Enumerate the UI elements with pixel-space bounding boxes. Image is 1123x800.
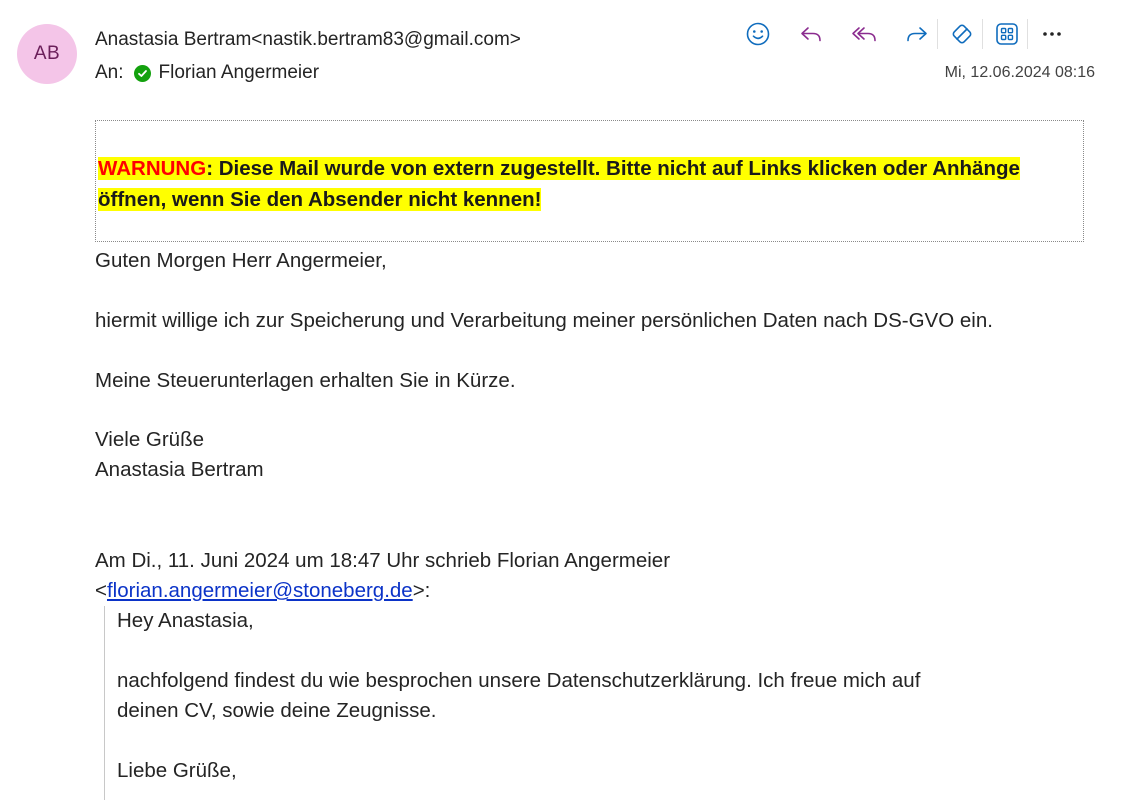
warning-text: WARNUNG: Diese Mail wurde von extern zug… (98, 153, 1058, 215)
quoted-greeting: Hey Anastasia, (117, 609, 254, 632)
verified-check-icon (133, 64, 151, 82)
reply-icon[interactable] (793, 18, 829, 50)
body-paragraph-consent: hiermit willige ich zur Speicherung und … (95, 309, 993, 332)
more-icon[interactable] (1034, 18, 1070, 50)
quoted-intro: Am Di., 11. Juni 2024 um 18:47 Uhr schri… (95, 549, 671, 572)
body-signature: Anastasia Bertram (95, 458, 264, 481)
forward-icon[interactable] (899, 18, 935, 50)
quoted-closing: Liebe Grüße, (117, 759, 237, 782)
avatar[interactable]: AB (17, 24, 77, 84)
avatar-initials: AB (33, 43, 61, 64)
recipient-label: An: (95, 62, 124, 83)
sender-name[interactable]: Anastasia Bertram (95, 29, 251, 50)
sent-date: Mi, 12.06.2024 08:16 (944, 64, 1095, 81)
recipient-name[interactable]: Florian Angermeier (159, 62, 320, 84)
body-closing: Viele Grüße (95, 428, 205, 451)
quoted-header: Am Di., 11. Juni 2024 um 18:47 Uhr schri… (95, 546, 670, 606)
toolbar-divider (937, 19, 938, 49)
sender-line: Anastasia Bertram<nastik.bertram83@gmail… (95, 29, 521, 50)
reply-all-icon[interactable] (846, 18, 882, 50)
body-greeting: Guten Morgen Herr Angermeier, (95, 249, 387, 272)
toolbar-divider (1027, 19, 1028, 49)
quoted-paragraph-line2: deinen CV, sowie deine Zeugnisse. (117, 699, 437, 722)
emoji-icon[interactable] (740, 18, 776, 50)
recipient-line: An: Florian Angermeier (95, 62, 319, 84)
warning-label: WARNUNG (98, 157, 207, 180)
sender-email[interactable]: nastik.bertram83@gmail.com (262, 29, 509, 50)
quoted-message: Hey Anastasia, nachfolgend findest du wi… (104, 606, 1065, 800)
external-warning-banner: WARNUNG: Diese Mail wurde von extern zug… (95, 120, 1084, 242)
quoted-email-link[interactable]: florian.angermeier@stoneberg.de (107, 579, 413, 602)
email-reading-pane: AB Anastasia Bertram<nastik.bertram83@gm… (0, 0, 1123, 800)
message-toolbar (740, 18, 1087, 50)
quoted-paragraph-line1: nachfolgend findest du wie besprochen un… (117, 669, 921, 692)
toolbar-divider (982, 19, 983, 49)
warning-message: : Diese Mail wurde von extern zugestellt… (98, 157, 1020, 211)
immersive-reader-icon[interactable] (944, 18, 980, 50)
body-paragraph-documents: Meine Steuerunterlagen erhalten Sie in K… (95, 369, 516, 392)
apps-icon[interactable] (989, 18, 1025, 50)
